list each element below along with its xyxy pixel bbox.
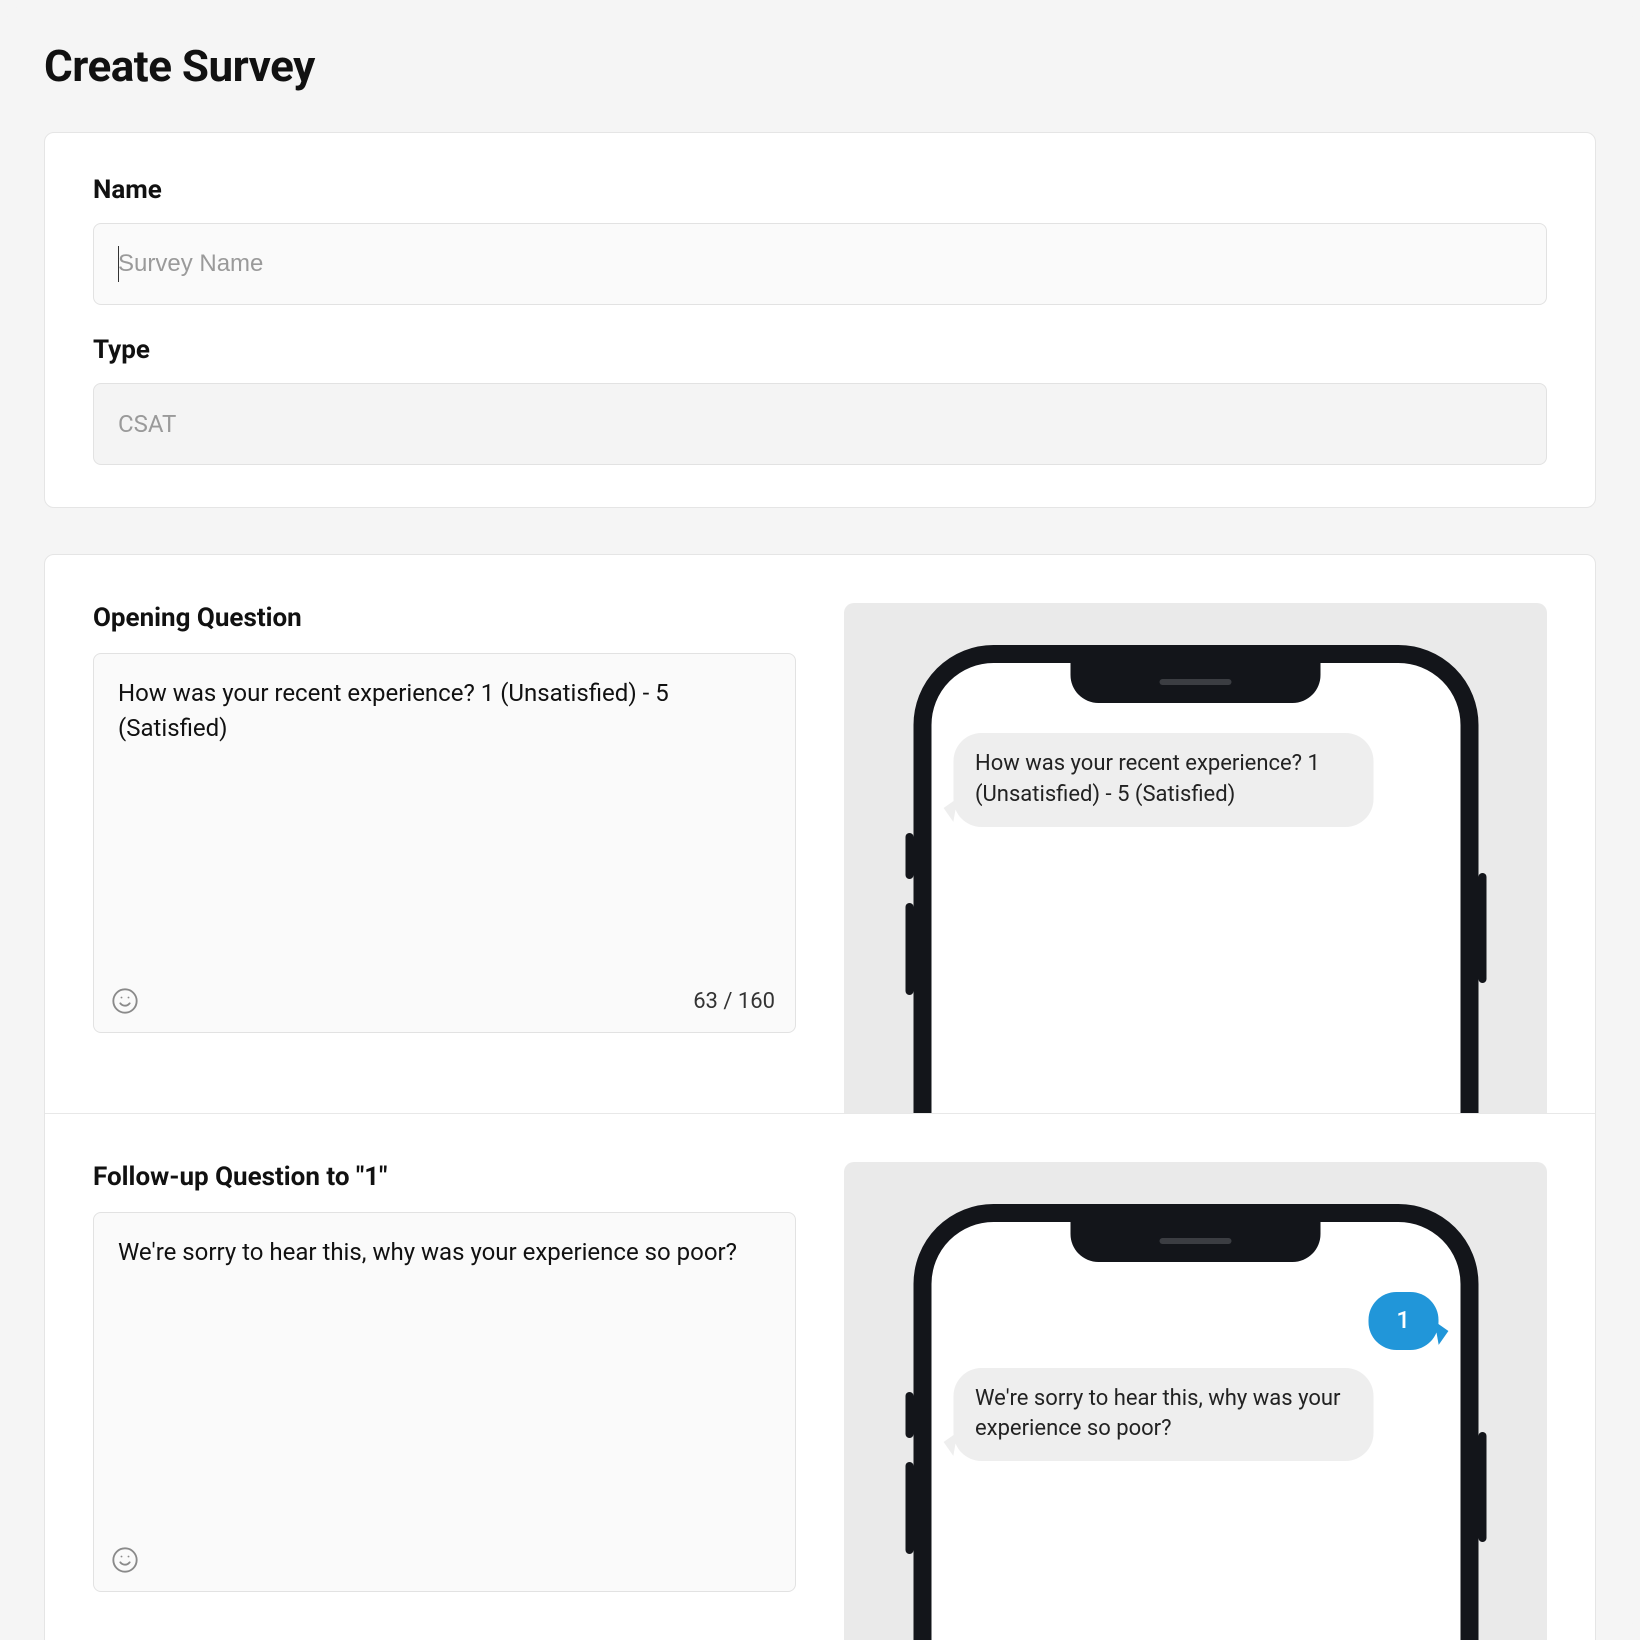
emoji-picker-icon[interactable] bbox=[108, 1543, 142, 1577]
opening-preview-panel: How was your recent experience? 1 (Unsat… bbox=[844, 603, 1547, 1113]
preview-incoming-bubble: How was your recent experience? 1 (Unsat… bbox=[953, 733, 1373, 827]
opening-question-section: Opening Question 63 / 160 bbox=[45, 555, 1595, 1114]
phone-notch bbox=[1071, 661, 1321, 703]
phone-side-button bbox=[905, 833, 913, 879]
opening-question-textarea[interactable] bbox=[94, 654, 795, 976]
followup-1-editor bbox=[93, 1212, 796, 1592]
phone-side-button bbox=[1478, 873, 1486, 983]
followup-1-textarea[interactable] bbox=[94, 1213, 795, 1535]
name-label: Name bbox=[93, 175, 1547, 205]
opening-question-heading: Opening Question bbox=[93, 603, 796, 633]
phone-mock: How was your recent experience? 1 (Unsat… bbox=[913, 645, 1478, 1113]
preview-incoming-bubble: We're sorry to hear this, why was your e… bbox=[953, 1368, 1373, 1462]
opening-char-counter: 63 / 160 bbox=[693, 989, 775, 1014]
followup-1-section: Follow-up Question to "1" bbox=[45, 1114, 1595, 1640]
phone-side-button bbox=[1478, 1432, 1486, 1542]
phone-side-button bbox=[905, 1392, 913, 1438]
preview-user-reply-bubble: 1 bbox=[1368, 1292, 1438, 1350]
phone-side-button bbox=[905, 903, 913, 995]
emoji-picker-icon[interactable] bbox=[108, 984, 142, 1018]
text-caret bbox=[118, 246, 119, 282]
create-survey-page: Create Survey Name Type CSAT Opening Que… bbox=[0, 0, 1640, 1640]
phone-notch bbox=[1071, 1220, 1321, 1262]
phone-side-button bbox=[905, 1462, 913, 1554]
followup-1-heading: Follow-up Question to "1" bbox=[93, 1162, 796, 1192]
survey-name-input[interactable] bbox=[93, 223, 1547, 305]
page-title: Create Survey bbox=[0, 0, 1640, 116]
survey-type-select[interactable]: CSAT bbox=[93, 383, 1547, 465]
phone-mock: 1 We're sorry to hear this, why was your… bbox=[913, 1204, 1478, 1640]
questions-card: Opening Question 63 / 160 bbox=[44, 554, 1596, 1640]
followup-1-preview-panel: 1 We're sorry to hear this, why was your… bbox=[844, 1162, 1547, 1640]
survey-meta-card: Name Type CSAT bbox=[44, 132, 1596, 508]
opening-question-editor: 63 / 160 bbox=[93, 653, 796, 1033]
survey-type-value: CSAT bbox=[118, 410, 176, 438]
type-label: Type bbox=[93, 335, 1547, 365]
